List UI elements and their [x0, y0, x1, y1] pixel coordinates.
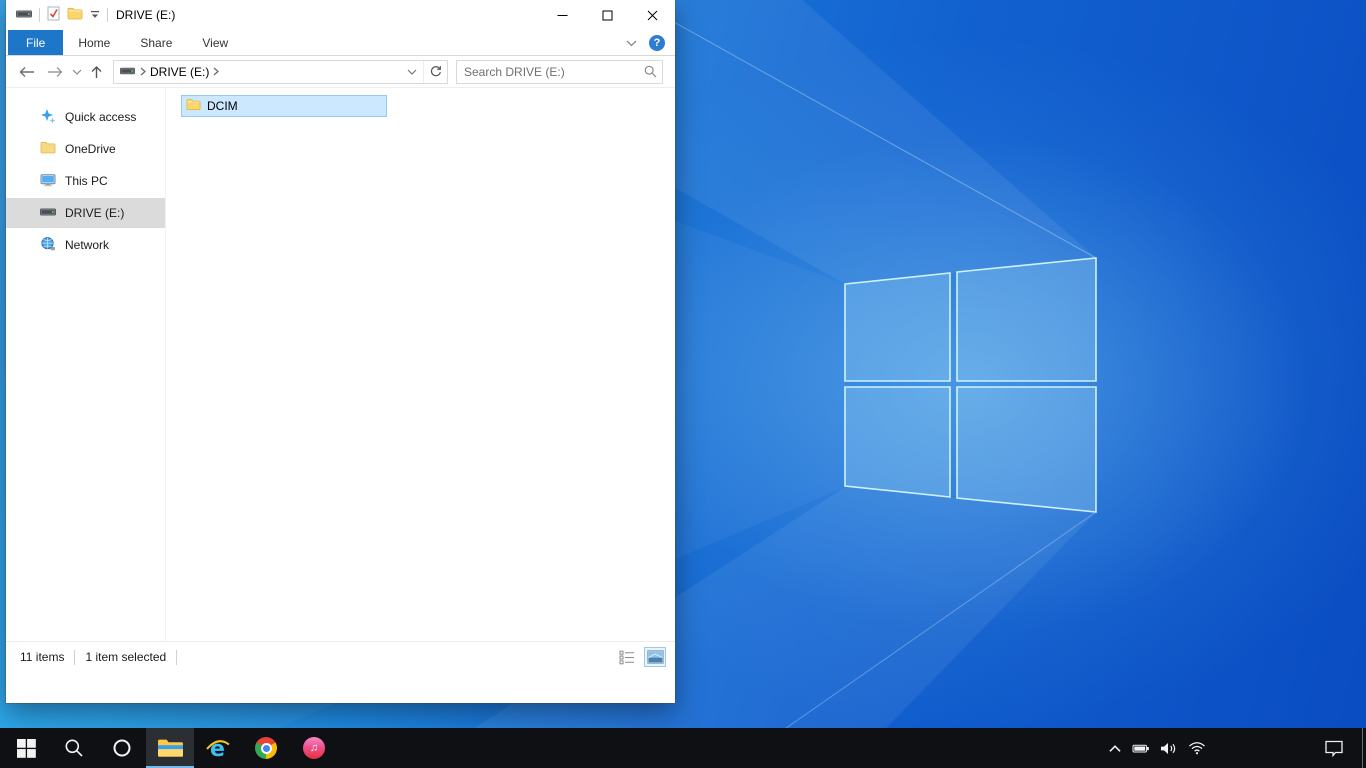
address-dropdown-chevron-icon[interactable] — [401, 61, 423, 83]
drive-icon — [120, 65, 135, 79]
chrome-icon[interactable] — [242, 728, 290, 768]
chrome-logo — [255, 737, 277, 759]
taskbar-apps: e ♫ — [2, 728, 338, 768]
ribbon-right-controls: ? — [626, 30, 675, 55]
sidebar-item-drive-e[interactable]: DRIVE (E:) — [6, 198, 165, 228]
screen: DRIVE (E:) File Home Share View ? DRIVE … — [0, 0, 1366, 768]
search-icon[interactable] — [638, 65, 662, 78]
maximize-button[interactable] — [585, 0, 630, 30]
action-center-icon[interactable] — [1324, 740, 1344, 757]
navigation-pane: Quick access OneDrive This PC DRIVE (E:)… — [6, 88, 166, 641]
breadcrumb-chevron-icon[interactable] — [140, 65, 146, 79]
quick-access-star-icon — [40, 108, 56, 127]
file-list-area[interactable]: DCIM — [166, 88, 675, 641]
toolbar-separator — [107, 8, 108, 22]
refresh-icon[interactable] — [423, 60, 447, 83]
tab-home[interactable]: Home — [63, 30, 125, 55]
volume-icon[interactable] — [1160, 742, 1178, 755]
properties-icon[interactable] — [47, 6, 60, 24]
close-button[interactable] — [630, 0, 675, 30]
explorer-content: Quick access OneDrive This PC DRIVE (E:)… — [6, 88, 675, 641]
view-toggles — [617, 647, 666, 667]
sidebar-item-label: Quick access — [65, 110, 137, 124]
sidebar-item-this-pc[interactable]: This PC — [6, 166, 165, 196]
minimize-button[interactable] — [540, 0, 585, 30]
window-controls — [540, 0, 675, 30]
back-icon[interactable] — [18, 66, 35, 78]
tab-file[interactable]: File — [8, 30, 64, 55]
quick-access-toolbar — [16, 6, 108, 24]
sidebar-item-quick-access[interactable]: Quick access — [6, 102, 165, 132]
up-icon[interactable] — [90, 65, 103, 79]
help-icon[interactable]: ? — [649, 34, 665, 51]
breadcrumb-chevron-icon[interactable] — [213, 65, 220, 79]
navigation-bar: DRIVE (E:) — [6, 56, 675, 88]
hard-drive-icon — [40, 206, 56, 220]
show-desktop-button[interactable] — [1362, 728, 1366, 768]
tab-view[interactable]: View — [187, 30, 243, 55]
window-title: DRIVE (E:) — [116, 8, 176, 22]
start-button[interactable] — [2, 728, 50, 768]
sidebar-item-network[interactable]: Network — [6, 230, 165, 260]
taskbar: e ♫ — [0, 728, 1366, 768]
sidebar-item-label: Network — [65, 238, 110, 252]
onedrive-folder-icon — [40, 141, 56, 157]
sidebar-item-label: This PC — [65, 174, 108, 188]
details-view-icon[interactable] — [617, 648, 637, 666]
system-tray — [1108, 728, 1366, 768]
search-box — [456, 59, 663, 84]
drive-icon — [16, 8, 32, 22]
status-bar: 11 items 1 item selected — [6, 641, 675, 672]
sidebar-item-label: DRIVE (E:) — [65, 206, 125, 220]
address-bar[interactable]: DRIVE (E:) — [113, 59, 448, 84]
folder-icon — [186, 98, 201, 114]
expand-ribbon-chevron-icon[interactable] — [626, 36, 637, 50]
taskbar-search-icon[interactable] — [50, 728, 98, 768]
taskbar-file-explorer-icon[interactable] — [146, 728, 194, 768]
cortana-icon[interactable] — [98, 728, 146, 768]
search-input[interactable] — [457, 61, 638, 82]
forward-icon[interactable] — [47, 66, 64, 78]
itunes-logo: ♫ — [303, 737, 325, 759]
wifi-icon[interactable] — [1188, 741, 1206, 755]
status-separator — [176, 649, 178, 665]
network-globe-icon — [40, 236, 56, 255]
file-item-dcim-selected[interactable]: DCIM — [181, 95, 387, 117]
new-folder-icon[interactable] — [67, 7, 83, 23]
sidebar-item-onedrive[interactable]: OneDrive — [6, 134, 165, 164]
computer-monitor-icon — [40, 173, 56, 190]
tab-share[interactable]: Share — [125, 30, 187, 55]
battery-icon[interactable] — [1132, 743, 1150, 754]
internet-explorer-icon[interactable]: e — [194, 728, 242, 768]
toolbar-separator — [39, 8, 40, 22]
hidden-icons-chevron-icon[interactable] — [1108, 744, 1122, 753]
large-icons-view-icon[interactable] — [644, 647, 666, 667]
selection-count: 1 item selected — [85, 650, 167, 664]
ribbon-tab-strip: File Home Share View ? — [6, 30, 675, 56]
recent-locations-chevron-icon[interactable] — [72, 69, 82, 75]
itunes-icon[interactable]: ♫ — [290, 728, 338, 768]
sidebar-item-label: OneDrive — [65, 142, 116, 156]
status-separator — [74, 649, 76, 665]
breadcrumb-drive-segment[interactable]: DRIVE (E:) — [150, 65, 209, 79]
file-explorer-window: DRIVE (E:) File Home Share View ? DRIVE … — [6, 0, 675, 703]
file-name: DCIM — [207, 99, 238, 113]
items-count: 11 items — [20, 650, 65, 664]
title-bar[interactable]: DRIVE (E:) — [6, 0, 675, 30]
customize-toolbar-chevron-icon[interactable] — [90, 8, 100, 22]
